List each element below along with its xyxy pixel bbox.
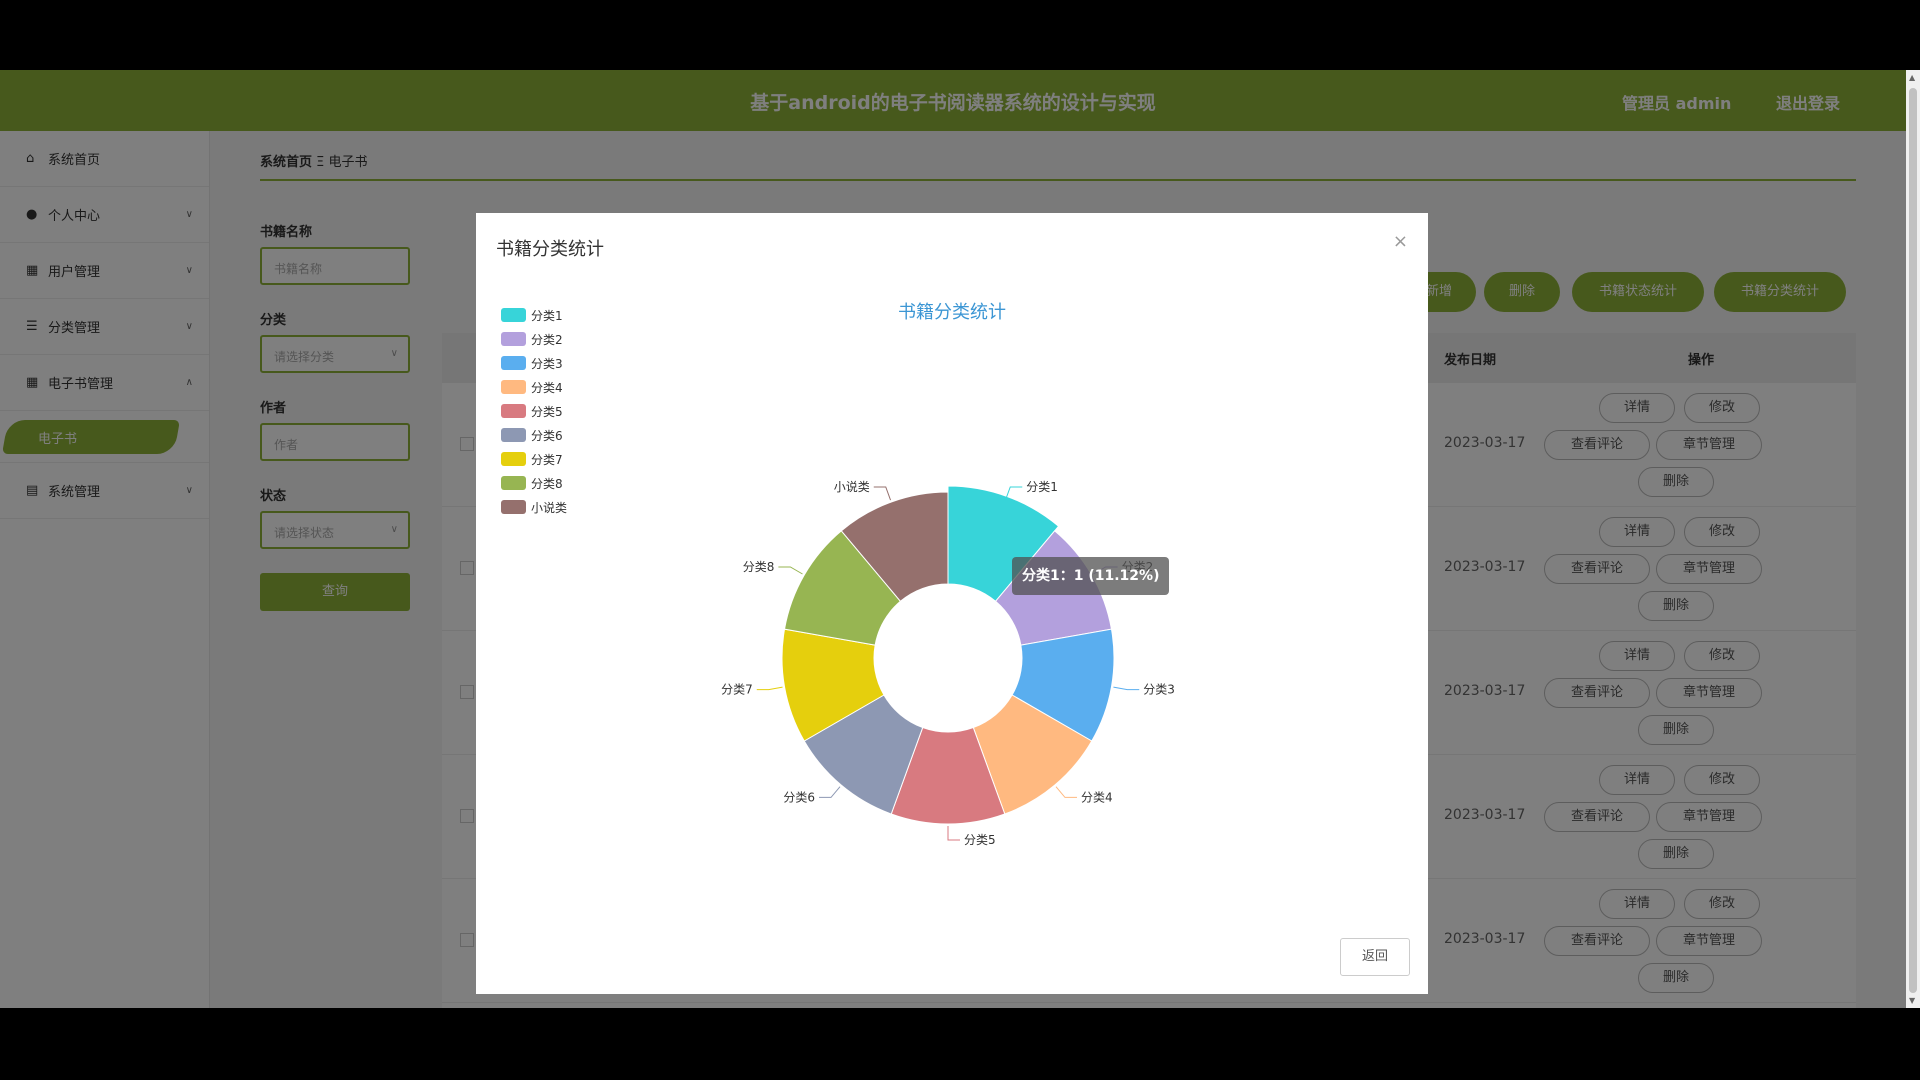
scroll-down-icon[interactable]: ▼ — [1909, 996, 1915, 1005]
app-screen: 基于android的电子书阅读器系统的设计与实现 管理员 admin 退出登录 … — [0, 70, 1906, 1008]
slice-label: 小说类 — [834, 479, 870, 494]
slice-label: 分类4 — [1081, 790, 1113, 804]
slice-label: 分类8 — [743, 560, 775, 574]
stats-modal: 书籍分类统计 × 书籍分类统计 分类1 分类2 分类3 分类4 分类5 分类6 分类7 分类8… — [476, 213, 1428, 994]
slice-label: 分类1 — [1026, 480, 1058, 494]
slice-label-line — [1113, 686, 1140, 691]
slice-label-line — [756, 686, 783, 691]
slice-label-line — [1055, 786, 1077, 798]
back-button[interactable]: 返回 — [1340, 938, 1410, 976]
page-scrollbar[interactable]: ▲ ▼ — [1906, 70, 1920, 1008]
slice-label: 分类6 — [783, 790, 815, 804]
slice-label-line — [778, 566, 803, 575]
scroll-thumb[interactable] — [1909, 88, 1917, 993]
slice-label-line — [819, 786, 841, 798]
chart-tooltip: 分类1：1 (11.12%) — [1012, 557, 1170, 595]
slice-label: 分类3 — [1143, 683, 1175, 697]
pie-chart: 分类1分类2分类3分类4分类5分类6分类7分类8小说类 — [721, 479, 1175, 847]
slice-label: 分类7 — [721, 683, 753, 697]
slice-label-line — [873, 486, 892, 501]
slice-label-line — [947, 826, 960, 841]
slice-label: 分类5 — [964, 833, 996, 847]
scroll-up-icon[interactable]: ▲ — [1909, 73, 1915, 82]
